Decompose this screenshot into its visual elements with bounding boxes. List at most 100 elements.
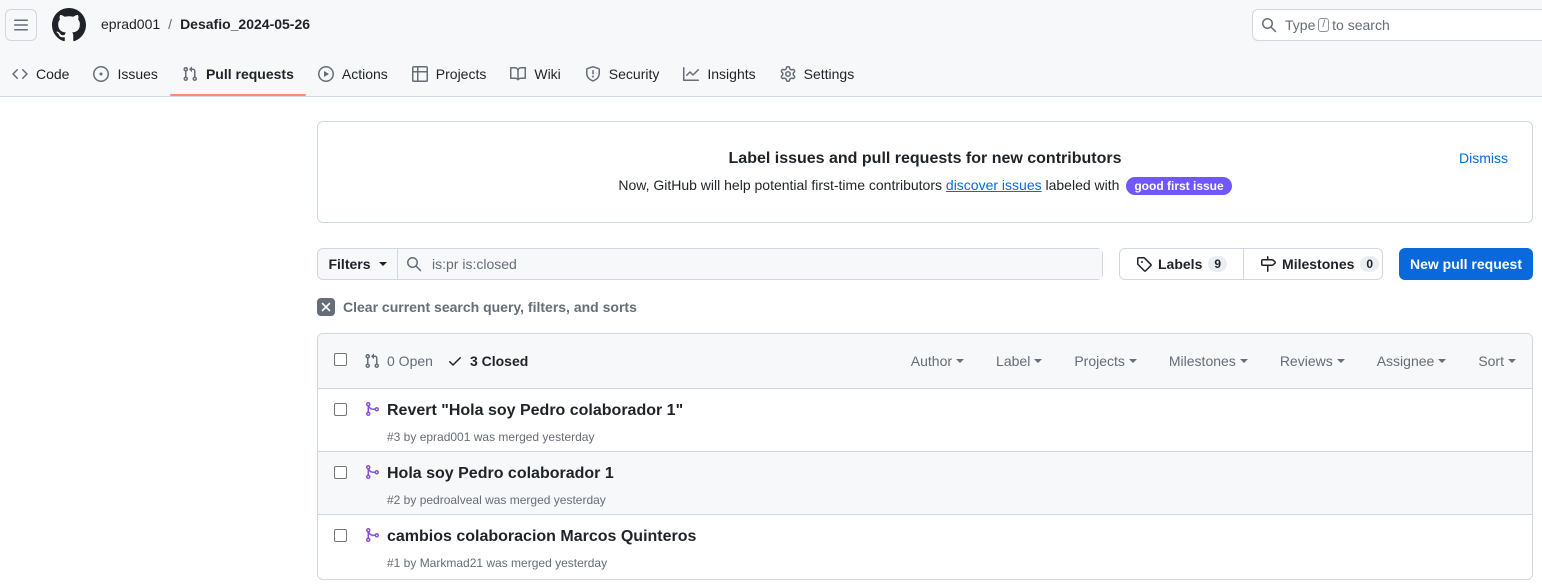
tab-settings-label: Settings <box>803 65 855 82</box>
check-icon <box>448 357 461 366</box>
clear-filters-label: Clear current search query, filters, and… <box>343 299 637 315</box>
milestones-count: 0 <box>1360 256 1380 272</box>
graph-icon <box>683 66 700 81</box>
chevron-down-icon <box>1438 359 1447 363</box>
label-dropdown-label: Label <box>996 353 1031 369</box>
pull-request-list: 0 Open 3 Closed Author Label Projects Mi… <box>317 333 1533 580</box>
closed-filter-link[interactable]: 3 Closed <box>447 353 528 369</box>
open-filter-link[interactable]: 0 Open <box>364 353 433 369</box>
tab-insights[interactable]: Insights <box>671 56 767 91</box>
issue-icon <box>93 65 110 82</box>
pull-request-meta: #2 by pedroalveal was merged yesterday <box>387 493 606 507</box>
new-pull-request-button[interactable]: New pull request <box>1399 248 1533 280</box>
global-search-input[interactable]: Type / to search <box>1252 9 1542 41</box>
row-checkbox[interactable] <box>334 403 347 416</box>
search-shortcut-key: / <box>1318 18 1330 32</box>
pull-request-title-link[interactable]: Revert "Hola soy Pedro colaborador 1" <box>387 402 683 420</box>
code-icon <box>12 68 28 79</box>
select-all-checkbox[interactable] <box>334 353 347 366</box>
tab-code-label: Code <box>36 65 70 82</box>
labels-milestones-group: Labels 9 Milestones 0 <box>1119 248 1383 280</box>
tab-pull-requests-label: Pull requests <box>205 65 294 82</box>
tab-pull-requests[interactable]: Pull requests <box>169 56 306 96</box>
milestone-icon <box>1261 256 1277 272</box>
row-checkbox[interactable] <box>334 466 347 479</box>
chevron-down-icon <box>1336 359 1345 363</box>
reviews-dropdown-label: Reviews <box>1279 353 1333 369</box>
chevron-down-icon <box>1034 359 1043 363</box>
row-checkbox[interactable] <box>334 529 347 542</box>
filter-query-text: is:pr is:closed <box>432 256 517 272</box>
author-dropdown[interactable]: Author <box>910 353 965 369</box>
tag-icon <box>1137 257 1152 272</box>
list-item: Revert "Hola soy Pedro colaborador 1" #3… <box>318 389 1532 452</box>
search-icon <box>407 257 422 272</box>
tab-projects[interactable]: Projects <box>400 56 499 91</box>
tab-issues[interactable]: Issues <box>81 56 169 91</box>
filters-dropdown-button[interactable]: Filters <box>318 249 398 279</box>
git-merge-icon <box>366 402 380 416</box>
tab-wiki[interactable]: Wiki <box>498 56 572 91</box>
chevron-down-icon <box>956 359 965 363</box>
banner-text-after: labeled with <box>1045 177 1120 193</box>
projects-dropdown-label: Projects <box>1074 353 1125 369</box>
pull-request-meta: #3 by eprad001 was merged yesterday <box>387 430 595 444</box>
hamburger-menu-button[interactable] <box>5 9 37 41</box>
list-item: cambios colaboracion Marcos Quinteros #1… <box>318 515 1532 578</box>
gear-icon <box>780 65 796 82</box>
tab-settings[interactable]: Settings <box>768 56 867 91</box>
close-icon <box>317 298 335 316</box>
tab-code[interactable]: Code <box>0 56 81 91</box>
labels-button[interactable]: Labels 9 <box>1120 249 1243 279</box>
dismiss-button[interactable]: Dismiss <box>1459 150 1508 166</box>
good-first-issue-label[interactable]: good first issue <box>1126 177 1232 195</box>
label-dropdown[interactable]: Label <box>996 353 1043 369</box>
labels-label: Labels <box>1158 256 1203 272</box>
pull-request-title-link[interactable]: Hola soy Pedro colaborador 1 <box>387 465 614 483</box>
chevron-down-icon <box>1508 359 1516 363</box>
assignee-dropdown[interactable]: Assignee <box>1377 353 1447 369</box>
git-merge-icon <box>366 528 380 542</box>
projects-dropdown[interactable]: Projects <box>1074 353 1137 369</box>
pull-request-icon <box>183 66 197 81</box>
breadcrumb-separator: / <box>168 16 173 32</box>
tab-projects-label: Projects <box>435 65 487 82</box>
search-icon <box>1262 18 1277 33</box>
chevron-down-icon <box>1128 359 1137 363</box>
clear-filters-link[interactable]: Clear current search query, filters, and… <box>317 298 637 316</box>
search-placeholder-before: Type <box>1285 17 1316 33</box>
list-item: Hola soy Pedro colaborador 1 #2 by pedro… <box>318 452 1532 515</box>
reviews-dropdown[interactable]: Reviews <box>1280 353 1345 369</box>
pull-request-icon <box>365 353 380 369</box>
open-count-label: 0 Open <box>387 353 433 369</box>
assignee-dropdown-label: Assignee <box>1376 353 1435 369</box>
sort-dropdown-label: Sort <box>1478 353 1504 369</box>
tab-insights-label: Insights <box>707 65 756 82</box>
filter-bar: Filters is:pr is:closed <box>317 248 1103 280</box>
repo-header: eprad001 / Desafio_2024-05-26 Type / to … <box>0 0 1542 97</box>
breadcrumb: eprad001 / Desafio_2024-05-26 <box>101 16 310 32</box>
discover-issues-link[interactable]: discover issues <box>946 177 1042 193</box>
github-logo-icon[interactable] <box>52 8 86 42</box>
repo-owner-link[interactable]: eprad001 <box>101 16 160 32</box>
banner-text: Now, GitHub will help potential first-ti… <box>318 177 1532 195</box>
tab-actions[interactable]: Actions <box>306 56 400 91</box>
tab-wiki-label: Wiki <box>534 65 561 82</box>
list-header: 0 Open 3 Closed Author Label Projects Mi… <box>318 334 1532 389</box>
list-sort-menus: Author Label Projects Milestones Reviews… <box>911 353 1516 369</box>
tab-security[interactable]: Security <box>573 56 672 91</box>
search-placeholder-after: to search <box>1332 17 1390 33</box>
filter-search-input[interactable]: is:pr is:closed <box>398 249 1102 279</box>
milestones-dropdown[interactable]: Milestones <box>1169 353 1248 369</box>
pull-request-meta: #1 by Markmad21 was merged yesterday <box>387 556 608 570</box>
chevron-down-icon <box>1239 359 1248 363</box>
closed-count-label: 3 Closed <box>469 353 529 369</box>
play-icon <box>317 65 334 82</box>
repo-name-link[interactable]: Desafio_2024-05-26 <box>180 16 310 32</box>
pull-request-title-link[interactable]: cambios colaboracion Marcos Quinteros <box>387 528 696 546</box>
milestones-dropdown-label: Milestones <box>1168 353 1236 369</box>
author-dropdown-label: Author <box>910 353 953 369</box>
milestones-button[interactable]: Milestones 0 <box>1243 249 1395 279</box>
sort-dropdown[interactable]: Sort <box>1478 353 1516 369</box>
chevron-down-icon <box>378 262 387 266</box>
